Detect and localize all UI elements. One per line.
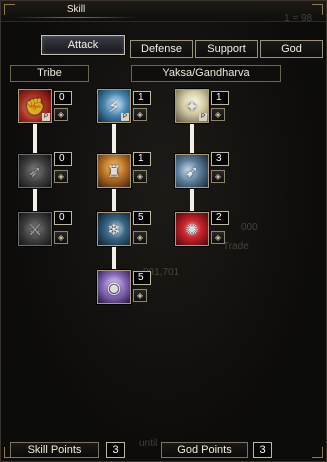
ice-blade-icon: ❄ <box>107 219 121 239</box>
skill-level: 5 <box>133 211 151 225</box>
category-select[interactable]: Tribe <box>10 65 89 82</box>
background-text: 1 = 98 <box>284 13 313 24</box>
skill-slot-ice-blade[interactable]: ❄ <box>97 212 131 246</box>
skill-level: 2 <box>211 211 229 225</box>
skill-level: 1 <box>133 91 151 105</box>
skill-slot-dash-strike[interactable]: ➹ <box>175 154 209 188</box>
skill-info-button[interactable]: ◈ <box>54 231 68 244</box>
skill-slot-wind-slash[interactable]: ➶ <box>18 154 52 188</box>
skill-info-button[interactable]: ◈ <box>54 108 68 121</box>
skill-level: 0 <box>54 91 72 105</box>
passive-badge: P <box>199 113 207 121</box>
title-bar[interactable]: Skill <box>1 1 326 22</box>
skill-slot-beast-claw[interactable]: ⚔ <box>18 212 52 246</box>
beast-claw-icon: ⚔ <box>27 219 43 239</box>
tab-attack[interactable]: Attack <box>41 35 125 55</box>
title-ornament <box>13 17 138 18</box>
skill-connector <box>33 189 37 212</box>
skill-connector <box>190 123 194 155</box>
skill-slot-warrior-aura[interactable]: ♜ <box>97 154 131 188</box>
skill-slot-crimson-vortex[interactable]: ✺ <box>175 212 209 246</box>
god-points-value: 3 <box>253 442 272 458</box>
wind-slash-icon: ➶ <box>28 161 42 181</box>
skill-info-button[interactable]: ◈ <box>133 231 147 244</box>
skill-info-button[interactable]: ◈ <box>211 108 225 121</box>
corner-ornament <box>4 4 15 15</box>
skill-window: Skill 1 = 98 000 Trade 091,701 until Att… <box>0 0 327 462</box>
skill-level: 3 <box>211 152 229 166</box>
skill-level: 1 <box>133 152 151 166</box>
tab-support[interactable]: Support <box>195 40 258 58</box>
skill-connector <box>112 247 116 270</box>
spirit-orb-icon: ◉ <box>107 277 121 297</box>
skill-connector <box>190 189 194 212</box>
skill-points-label: Skill Points <box>10 442 99 458</box>
skill-info-button[interactable]: ◈ <box>133 170 147 183</box>
crimson-vortex-icon: ✺ <box>185 219 199 239</box>
skill-slot-lightning-strike[interactable]: ⚡ P <box>97 89 131 123</box>
skill-level: 1 <box>211 91 229 105</box>
tab-god[interactable]: God <box>260 40 323 58</box>
passive-badge: P <box>42 113 50 121</box>
tab-defense[interactable]: Defense <box>130 40 193 58</box>
skill-info-button[interactable]: ◈ <box>133 289 147 302</box>
passive-badge: P <box>121 113 129 121</box>
skill-connector <box>112 189 116 212</box>
warrior-aura-icon: ♜ <box>106 161 122 181</box>
skill-level: 5 <box>133 271 151 285</box>
dash-strike-icon: ➹ <box>185 161 199 181</box>
tribe-select[interactable]: Yaksa/Gandharva <box>131 65 281 82</box>
skill-info-button[interactable]: ◈ <box>54 170 68 183</box>
skill-info-button[interactable]: ◈ <box>211 231 225 244</box>
skill-level: 0 <box>54 211 72 225</box>
skill-slot-flame-fist[interactable]: ✊ P <box>18 89 52 123</box>
background-text: 000 <box>241 222 258 233</box>
skill-info-button[interactable]: ◈ <box>211 170 225 183</box>
corner-ornament <box>312 4 323 15</box>
corner-ornament <box>312 447 323 458</box>
skill-connector <box>112 123 116 155</box>
skill-slot-spirit-orb[interactable]: ◉ <box>97 270 131 304</box>
skill-level: 0 <box>54 152 72 166</box>
window-title: Skill <box>66 4 86 15</box>
skill-points-value: 3 <box>106 442 125 458</box>
background-text: until <box>139 438 158 449</box>
skill-slot-light-burst[interactable]: ✦ P <box>175 89 209 123</box>
skill-connector <box>33 123 37 155</box>
background-text: Trade <box>223 241 249 252</box>
skill-info-button[interactable]: ◈ <box>133 108 147 121</box>
god-points-label: God Points <box>161 442 248 458</box>
